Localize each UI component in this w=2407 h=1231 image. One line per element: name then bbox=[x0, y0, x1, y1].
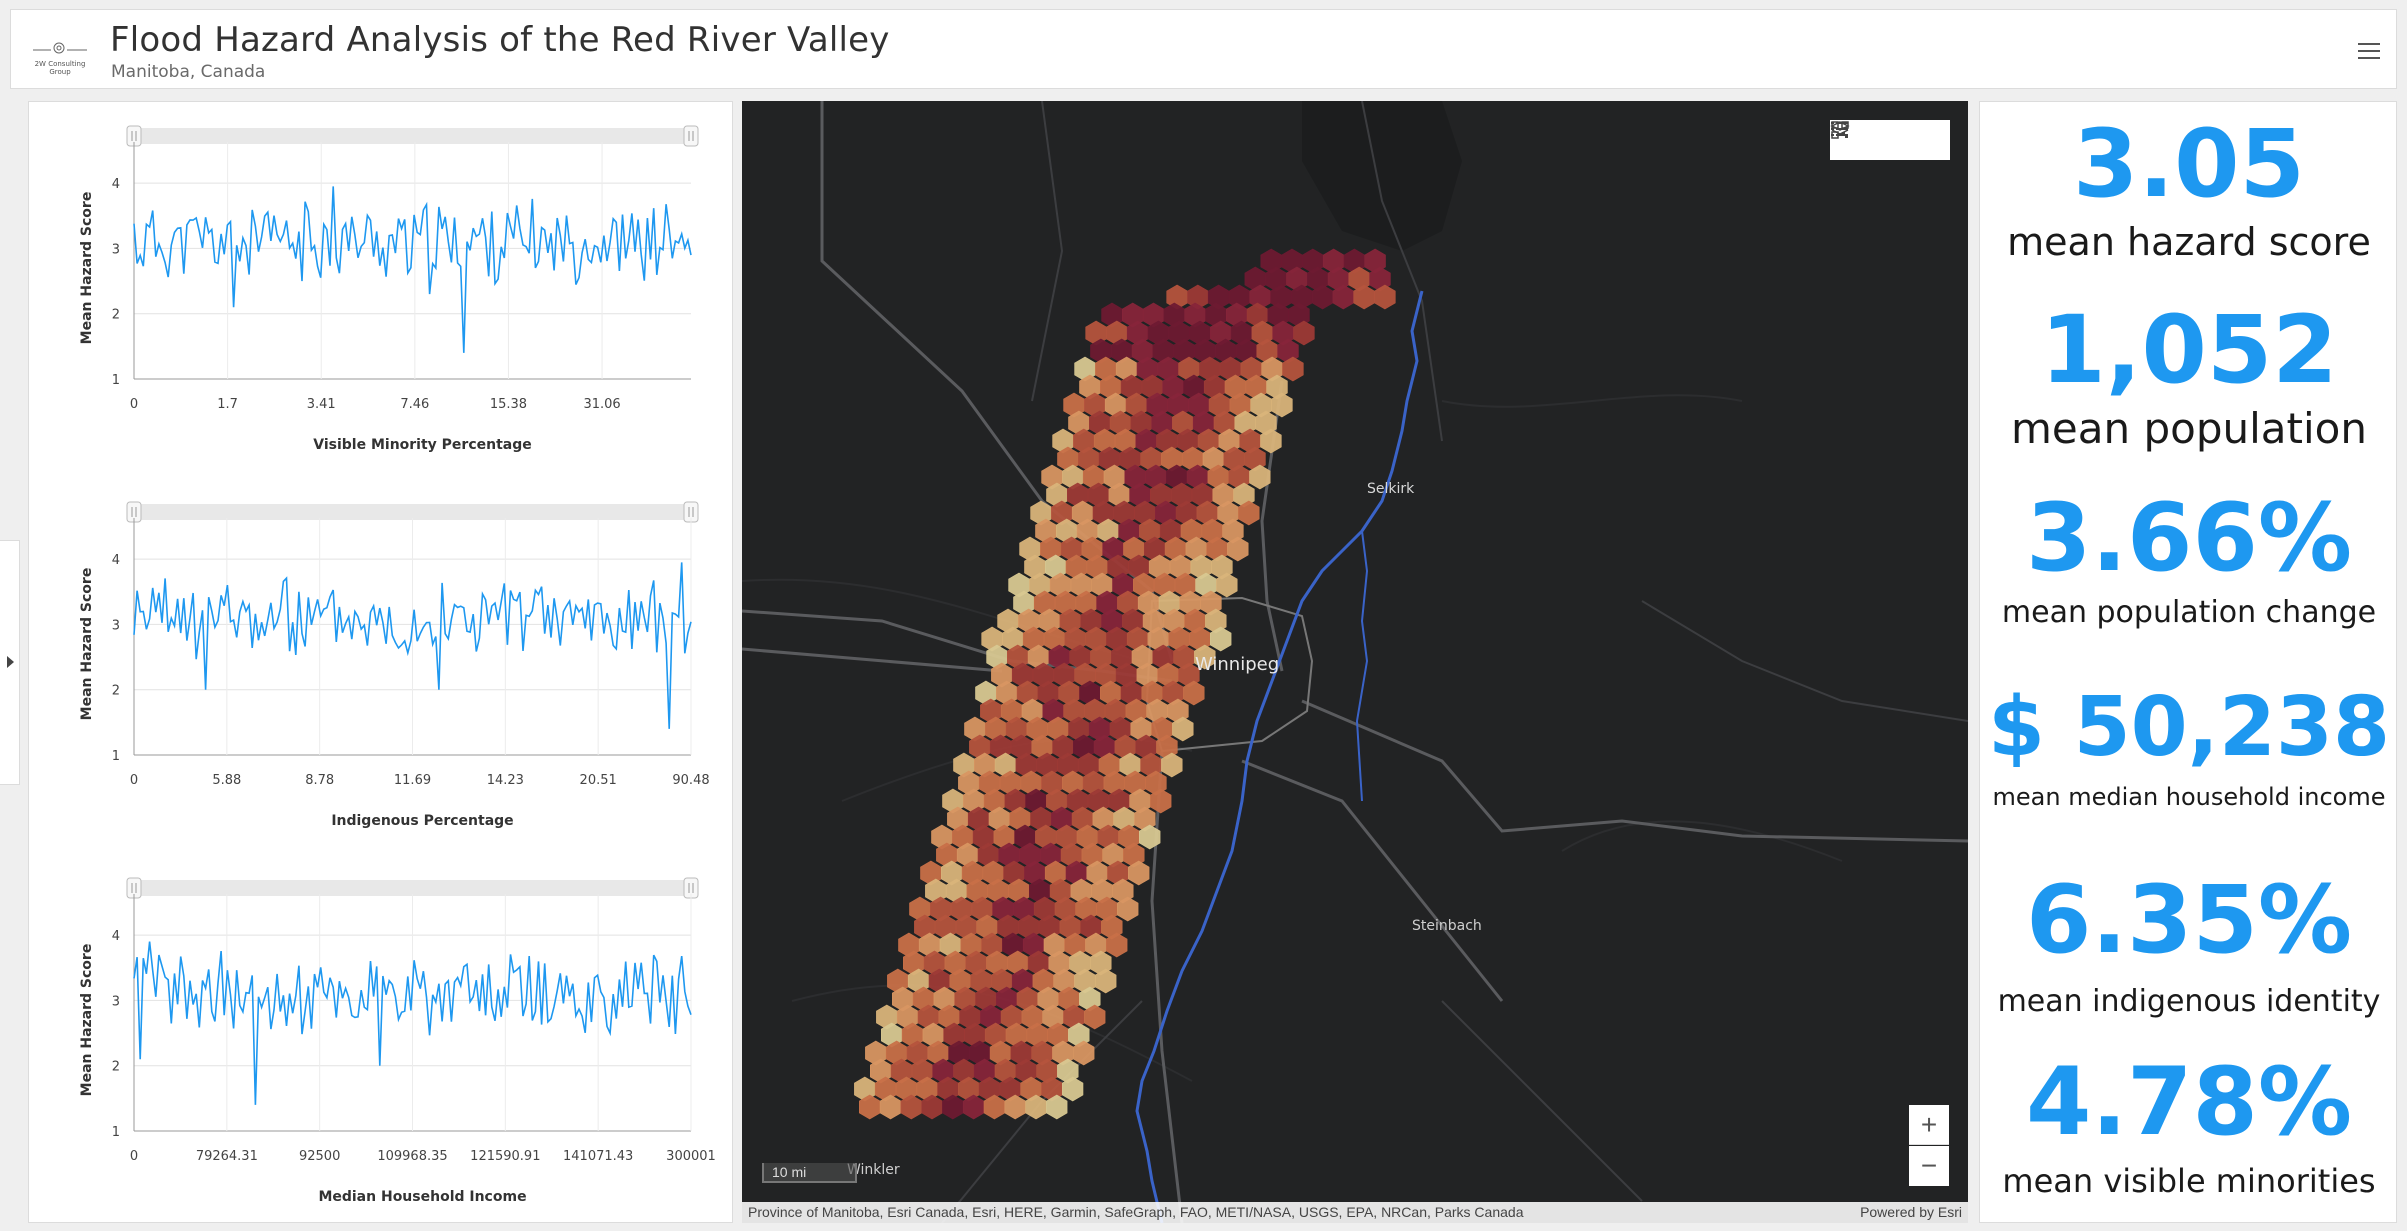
y-axis-label: Mean Hazard Score bbox=[79, 944, 95, 1097]
y-tick-label: 4 bbox=[112, 553, 120, 568]
qr-code-icon[interactable] bbox=[1831, 121, 1941, 155]
page-subtitle: Manitoba, Canada bbox=[111, 62, 266, 82]
zoom-in-button[interactable]: + bbox=[1909, 1105, 1949, 1145]
x-tick-label: 0 bbox=[130, 397, 138, 412]
panel-toggle-button[interactable] bbox=[0, 540, 20, 785]
x-tick-label: 8.78 bbox=[305, 773, 334, 788]
map-canvas[interactable]: Selkirk Winnipeg Steinbach Winkler bbox=[742, 101, 1968, 1223]
x-tick-label: 3.41 bbox=[307, 397, 336, 412]
chart-indigenous: 1 2 3 4 0 5.88 8.78 11.69 14.23 20.51 90.48 Indigen… bbox=[29, 478, 734, 850]
x-tick-label: 121590.91 bbox=[470, 1149, 540, 1164]
range-slider-track[interactable] bbox=[134, 504, 691, 520]
stat-label: mean hazard score bbox=[2007, 220, 2371, 264]
x-tick-label: 79264.31 bbox=[196, 1149, 258, 1164]
powered-by-link[interactable]: Powered by Esri bbox=[1860, 1202, 1962, 1223]
stat-label: mean visible minorities bbox=[2002, 1162, 2376, 1200]
chart-visible-minority: 1 2 3 4 0 1.7 3.41 7.46 15.38 31.06 Visible Minori… bbox=[29, 102, 734, 474]
app-header: 2W Consulting Group Flood Hazard Analysi… bbox=[10, 9, 2397, 89]
range-slider-track[interactable] bbox=[134, 880, 691, 896]
x-axis-label: Indigenous Percentage bbox=[331, 813, 513, 829]
logo-text: 2W Consulting Group bbox=[34, 60, 86, 76]
statistics-panel: 3.05 mean hazard score 1,052 mean popula… bbox=[1979, 101, 2397, 1223]
stat-label: mean population bbox=[2011, 404, 2367, 453]
stat-hazard-score: 3.05 mean hazard score bbox=[1980, 112, 2398, 266]
x-tick-label: 20.51 bbox=[580, 773, 617, 788]
y-tick-label: 3 bbox=[112, 618, 120, 633]
y-tick-label: 2 bbox=[112, 308, 120, 323]
y-tick-label: 4 bbox=[112, 929, 120, 944]
label-selkirk: Selkirk bbox=[1367, 481, 1415, 497]
stat-label: mean indigenous identity bbox=[1997, 984, 2381, 1019]
charts-panel: 1 2 3 4 0 1.7 3.41 7.46 15.38 31.06 Visible Minori… bbox=[28, 101, 733, 1223]
chart-income: 1 2 3 4 0 79264.31 92500 109968.35 121590.91 1410… bbox=[29, 854, 734, 1226]
x-tick-label: 109968.35 bbox=[377, 1149, 447, 1164]
stat-household-income: $ 50,238 mean median household income bbox=[1980, 676, 2398, 814]
range-slider-track[interactable] bbox=[134, 128, 691, 144]
x-tick-label: 1.7 bbox=[217, 397, 238, 412]
x-axis-label: Median Household Income bbox=[318, 1189, 526, 1205]
stat-value: 4.78% bbox=[2025, 1048, 2353, 1157]
layers-icon[interactable] bbox=[1830, 121, 1905, 155]
scale-bar: 10 mi bbox=[762, 1163, 857, 1183]
map-attribution: Province of Manitoba, Esri Canada, Esri,… bbox=[742, 1202, 1968, 1223]
x-tick-label: 92500 bbox=[299, 1149, 340, 1164]
stat-value: 3.05 bbox=[2073, 110, 2305, 219]
x-tick-label: 7.46 bbox=[400, 397, 429, 412]
x-tick-label: 15.38 bbox=[490, 397, 527, 412]
zoom-out-button[interactable]: − bbox=[1909, 1146, 1949, 1186]
stat-label: mean median household income bbox=[1992, 783, 2386, 811]
y-tick-label: 1 bbox=[112, 1125, 120, 1140]
company-logo: 2W Consulting Group bbox=[29, 36, 91, 76]
series-line bbox=[133, 186, 692, 353]
stat-population: 1,052 mean population bbox=[1980, 298, 2398, 454]
x-tick-label: 300001 bbox=[666, 1149, 716, 1164]
x-tick-label: 11.69 bbox=[394, 773, 431, 788]
label-steinbach: Steinbach bbox=[1412, 918, 1482, 934]
label-winnipeg: Winnipeg bbox=[1195, 654, 1279, 675]
map-view[interactable]: Selkirk Winnipeg Steinbach Winkler + − 1… bbox=[742, 101, 1968, 1223]
range-slider-max-handle[interactable] bbox=[683, 125, 699, 147]
x-tick-label: 141071.43 bbox=[563, 1149, 633, 1164]
map-toolbar bbox=[1830, 120, 1950, 160]
attribution-text: Province of Manitoba, Esri Canada, Esri,… bbox=[748, 1204, 1524, 1220]
x-tick-label: 31.06 bbox=[583, 397, 620, 412]
page-title: Flood Hazard Analysis of the Red River V… bbox=[110, 20, 890, 60]
stat-population-change: 3.66% mean population change bbox=[1980, 486, 2398, 634]
stat-visible-minorities: 4.78% mean visible minorities bbox=[1980, 1047, 2398, 1203]
x-tick-label: 0 bbox=[130, 773, 138, 788]
x-tick-label: 0 bbox=[130, 1149, 138, 1164]
x-tick-label: 90.48 bbox=[672, 773, 709, 788]
stat-value: $ 50,238 bbox=[1987, 680, 2391, 775]
y-axis-label: Mean Hazard Score bbox=[79, 192, 95, 345]
x-tick-label: 14.23 bbox=[487, 773, 524, 788]
y-tick-label: 3 bbox=[112, 994, 120, 1009]
y-tick-label: 1 bbox=[112, 749, 120, 764]
y-tick-label: 2 bbox=[112, 1060, 120, 1075]
x-axis-label: Visible Minority Percentage bbox=[313, 437, 532, 453]
x-tick-label: 5.88 bbox=[212, 773, 241, 788]
y-axis-label: Mean Hazard Score bbox=[79, 568, 95, 721]
hamburger-menu-icon[interactable] bbox=[2352, 38, 2386, 68]
stat-value: 1,052 bbox=[2040, 296, 2338, 405]
stat-value: 6.35% bbox=[2025, 866, 2353, 975]
y-tick-label: 4 bbox=[112, 177, 120, 192]
chevron-right-icon bbox=[7, 656, 14, 668]
stat-value: 3.66% bbox=[2025, 484, 2353, 593]
y-tick-label: 2 bbox=[112, 684, 120, 699]
y-tick-label: 1 bbox=[112, 373, 120, 388]
stat-label: mean population change bbox=[2001, 595, 2377, 630]
stat-indigenous: 6.35% mean indigenous identity bbox=[1980, 862, 2398, 1024]
y-tick-label: 3 bbox=[112, 242, 120, 257]
